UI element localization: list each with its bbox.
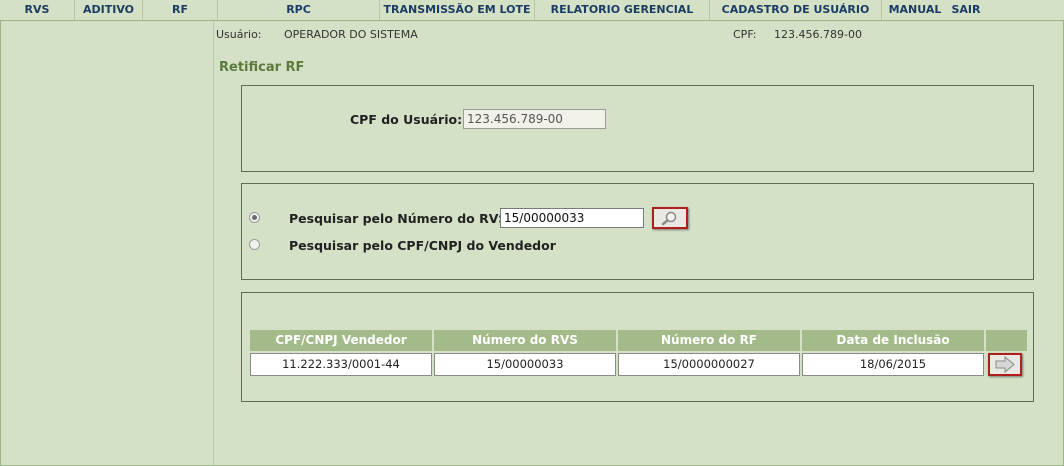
magnifier-icon [661, 211, 677, 226]
search-panel [241, 183, 1034, 280]
cell-numero-rf: 15/0000000027 [618, 353, 800, 376]
col-header-cpf-cnpj: CPF/CNPJ Vendedor [250, 330, 432, 351]
cpf-label: CPF: [733, 28, 757, 41]
cell-cpf-cnpj: 11.222.333/0001-44 [250, 353, 432, 376]
menu-item-relatorio-gerencial[interactable]: RELATORIO GERENCIAL [535, 0, 710, 20]
menu-item-cadastro-usuario[interactable]: CADASTRO DE USUÁRIO [710, 0, 882, 20]
user-name: OPERADOR DO SISTEMA [284, 28, 418, 41]
radio-search-rvs[interactable] [249, 212, 260, 223]
search-cpf-label: Pesquisar pelo CPF/CNPJ do Vendedor [289, 238, 556, 253]
cell-data-inclusao: 18/06/2015 [802, 353, 984, 376]
search-button[interactable] [652, 207, 688, 229]
menu-item-rf[interactable]: RF [143, 0, 218, 20]
cell-numero-rvs: 15/00000033 [434, 353, 616, 376]
page-title: Retificar RF [219, 60, 305, 75]
cpf-usuario-label: CPF do Usuário: [350, 112, 463, 127]
col-header-numero-rf: Número do RF [618, 330, 800, 351]
col-header-numero-rvs: Número do RVS [434, 330, 616, 351]
cpf-value: 123.456.789-00 [774, 28, 862, 41]
col-header-action [986, 330, 1027, 351]
menu-item-manual[interactable]: MANUAL [882, 0, 948, 20]
menu-item-aditivo[interactable]: ADITIVO [75, 0, 143, 20]
select-row-button[interactable] [988, 353, 1022, 376]
menu-item-rvs[interactable]: RVS [0, 0, 75, 20]
left-sidebar [0, 21, 214, 466]
menu-item-sair[interactable]: SAIR [948, 0, 984, 20]
arrow-right-icon [995, 355, 1015, 374]
user-label: Usuário: [216, 28, 262, 41]
radio-search-cpf[interactable] [249, 239, 260, 250]
user-panel [241, 85, 1034, 172]
search-rvs-label: Pesquisar pelo Número do RVS [289, 211, 508, 226]
top-menu: RVS ADITIVO RF RPC TRANSMISSÃO EM LOTE R… [0, 0, 1064, 21]
menu-item-rpc[interactable]: RPC [218, 0, 380, 20]
menu-item-transmissao-lote[interactable]: TRANSMISSÃO EM LOTE [380, 0, 535, 20]
cpf-usuario-field: 123.456.789-00 [463, 109, 606, 129]
rvs-number-input[interactable]: 15/00000033 [500, 208, 644, 228]
col-header-data-inclusao: Data de Inclusão [802, 330, 984, 351]
